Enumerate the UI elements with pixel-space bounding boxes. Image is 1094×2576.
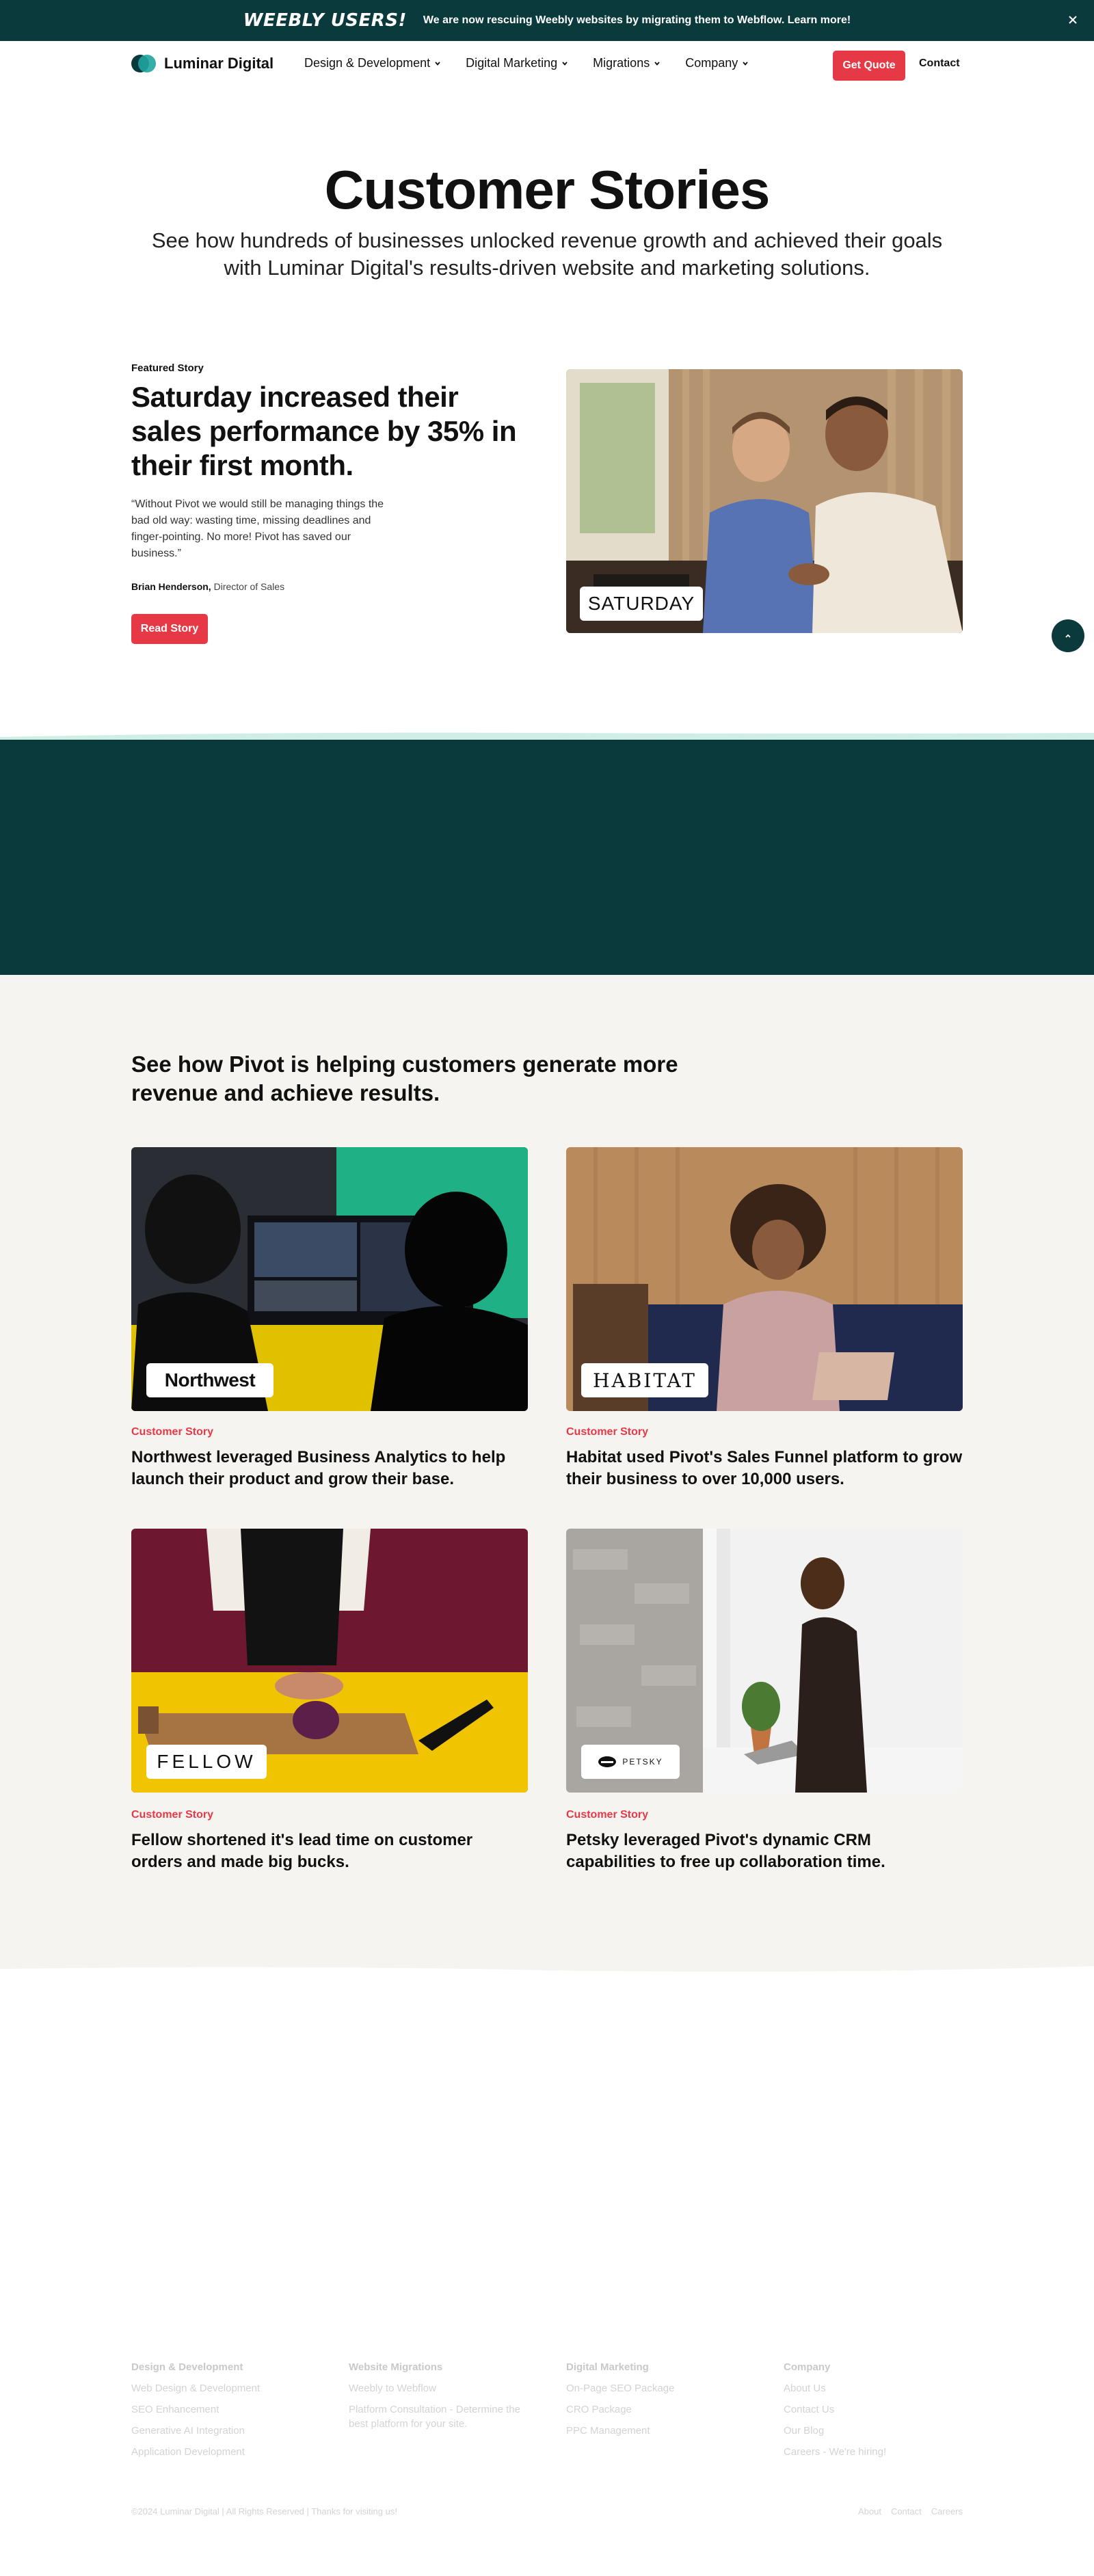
close-icon[interactable]	[1063, 10, 1083, 30]
section-divider	[0, 1959, 1094, 1972]
dark-band-section	[0, 740, 1094, 975]
nav-migrations[interactable]: Migrations	[593, 56, 661, 70]
site-header: Luminar Digital Design & Development Dig…	[0, 41, 1094, 89]
card-title[interactable]: Fellow shortened it's lead time on custo…	[131, 1829, 528, 1873]
nav-design-development[interactable]: Design & Development	[304, 56, 441, 70]
nav-label: Digital Marketing	[466, 56, 558, 70]
footer-about-link[interactable]: About	[858, 2506, 881, 2517]
footer-link[interactable]: Our Blog	[784, 2424, 989, 2438]
chevron-down-icon	[743, 61, 748, 66]
footer-column-company: Company About Us Contact Us Our Blog Car…	[784, 2361, 989, 2466]
read-story-button[interactable]: Read Story	[131, 614, 208, 644]
footer-heading: Digital Marketing	[566, 2361, 649, 2373]
featured-author: Brian Henderson, Director of Sales	[131, 581, 284, 592]
logo[interactable]: Luminar Digital	[131, 55, 274, 72]
chevron-down-icon	[435, 61, 440, 66]
petsky-logo: PETSKY	[581, 1745, 680, 1779]
northwest-logo: Northwest	[146, 1363, 274, 1397]
brand-name: Northwest	[164, 1369, 256, 1391]
featured-label: Featured Story	[131, 362, 204, 374]
logo-text: Luminar Digital	[164, 55, 274, 72]
footer-link[interactable]: Platform Consultation - Determine the be…	[349, 2402, 533, 2431]
fellow-logo: FELLOW	[146, 1745, 267, 1779]
featured-quote: “Without Pivot we would still be managin…	[131, 498, 384, 559]
page-title: Customer Stories	[324, 159, 771, 220]
contact-link[interactable]: Contact	[919, 57, 960, 70]
featured-image[interactable]: SATURDAY	[566, 369, 963, 633]
chevron-down-icon	[654, 61, 660, 66]
story-card-image-petsky[interactable]: PETSKY	[566, 1529, 963, 1793]
footer-link[interactable]: On-Page SEO Package	[566, 2381, 771, 2396]
saturday-logo: SATURDAY	[580, 587, 703, 621]
card-label: Customer Story	[131, 1809, 214, 1821]
footer-link[interactable]: Web Design & Development	[131, 2381, 336, 2396]
habitat-logo: HABITAT	[581, 1363, 708, 1397]
brand-name: PETSKY	[622, 1757, 663, 1767]
petsky-mark-icon	[598, 1756, 617, 1767]
card-title[interactable]: Petsky leveraged Pivot's dynamic CRM cap…	[566, 1829, 963, 1873]
story-card-image-fellow[interactable]: FELLOW	[131, 1529, 528, 1793]
footer-link[interactable]: Weebly to Webflow	[349, 2381, 533, 2396]
footer-bottom-links: About Contact Careers	[858, 2506, 963, 2517]
stories-heading: See how Pivot is helping customers gener…	[131, 1051, 678, 1105]
scroll-to-top-button[interactable]	[1052, 619, 1084, 652]
story-card-image-habitat[interactable]: HABITAT	[566, 1147, 963, 1411]
nav-label: Migrations	[593, 56, 650, 70]
featured-title: Saturday increased their sales performan…	[131, 381, 517, 481]
footer-heading: Company	[784, 2361, 831, 2373]
card-title[interactable]: Habitat used Pivot's Sales Funnel platfo…	[566, 1447, 963, 1490]
get-quote-button[interactable]: Get Quote	[833, 51, 905, 81]
section-divider	[0, 732, 1094, 741]
brand-name: FELLOW	[157, 1751, 256, 1772]
footer-heading: Design & Development	[131, 2361, 243, 2373]
footer-heading: Website Migrations	[349, 2361, 443, 2373]
footer-link[interactable]: SEO Enhancement	[131, 2402, 336, 2417]
nav-label: Design & Development	[304, 56, 431, 70]
author-name: Brian Henderson,	[131, 581, 211, 592]
nav-digital-marketing[interactable]: Digital Marketing	[466, 56, 568, 70]
footer-column-design: Design & Development Web Design & Develo…	[131, 2361, 336, 2466]
chevron-down-icon	[562, 61, 568, 66]
announcement-bar: WEEBLY USERS! We are now rescuing Weebly…	[0, 0, 1094, 41]
footer-column-marketing: Digital Marketing On-Page SEO Package CR…	[566, 2361, 771, 2445]
footer-link[interactable]: Application Development	[131, 2445, 336, 2459]
story-card-image-northwest[interactable]: Northwest	[131, 1147, 528, 1411]
footer-contact-link[interactable]: Contact	[891, 2506, 922, 2517]
footer-link[interactable]: Contact Us	[784, 2402, 989, 2417]
brand-name: HABITAT	[593, 1369, 697, 1392]
chevron-up-icon	[1065, 634, 1071, 638]
footer-column-migrations: Website Migrations Weebly to Webflow Pla…	[349, 2361, 533, 2438]
logo-mark-icon	[131, 55, 156, 72]
nav-label: Company	[685, 56, 738, 70]
footer-link[interactable]: PPC Management	[566, 2424, 771, 2438]
author-role: Director of Sales	[213, 581, 285, 592]
footer-link[interactable]: Careers - We're hiring!	[784, 2445, 989, 2459]
footer-link[interactable]: About Us	[784, 2381, 989, 2396]
brand-name: SATURDAY	[587, 593, 695, 614]
card-label: Customer Story	[566, 1809, 649, 1821]
footer-link[interactable]: CRO Package	[566, 2402, 771, 2417]
footer-link[interactable]: Generative AI Integration	[131, 2424, 336, 2438]
card-title[interactable]: Northwest leveraged Business Analytics t…	[131, 1447, 528, 1490]
nav-company[interactable]: Company	[685, 56, 749, 70]
announcement-headline: WEEBLY USERS!	[243, 10, 407, 31]
announcement-message[interactable]: We are now rescuing Weebly websites by m…	[423, 14, 851, 27]
footer-copyright: ©2024 Luminar Digital | All Rights Reser…	[131, 2506, 397, 2517]
main-nav: Design & Development Digital Marketing M…	[304, 56, 749, 70]
page-subtitle: See how hundreds of businesses unlocked …	[151, 228, 943, 280]
card-label: Customer Story	[131, 1426, 214, 1438]
footer-careers-link[interactable]: Careers	[931, 2506, 963, 2517]
card-label: Customer Story	[566, 1426, 649, 1438]
